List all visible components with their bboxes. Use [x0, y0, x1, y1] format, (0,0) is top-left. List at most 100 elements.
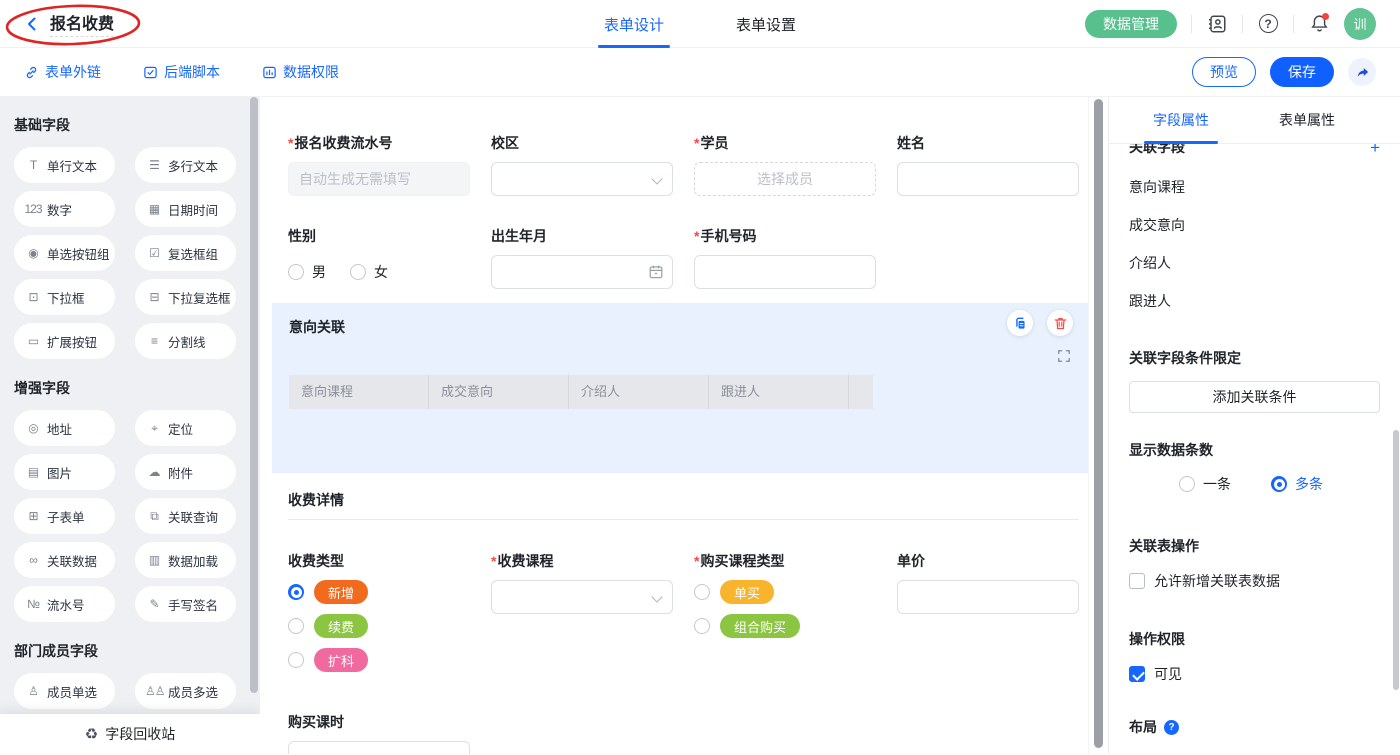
expand-icon[interactable] [1057, 349, 1071, 363]
field-serial[interactable]: 报名收费流水号 [288, 133, 470, 196]
tab-form-properties[interactable]: 表单属性 [1279, 97, 1335, 144]
field-item-signature[interactable]: ✎手写签名 [135, 586, 236, 622]
display-count-option-multi[interactable]: 多条 [1271, 474, 1323, 494]
field-item-data-load[interactable]: ▥数据加载 [135, 542, 236, 578]
gender-option-male[interactable]: 男 [288, 262, 326, 282]
field-item-member-single[interactable]: ♙成员单选 [14, 673, 115, 709]
fee-section-title: 收费详情 [288, 490, 1088, 510]
price-input[interactable] [897, 580, 1079, 614]
back-icon[interactable] [24, 16, 40, 32]
field-label: 单价 [897, 551, 1079, 571]
field-item-extend-button[interactable]: ▭扩展按钮 [14, 323, 115, 359]
allow-add-related-checkbox-row[interactable]: 允许新增关联表数据 [1129, 571, 1380, 591]
field-label: 报名收费流水号 [288, 133, 470, 153]
layout-help-icon[interactable]: ? [1164, 720, 1179, 735]
external-link-item[interactable]: 表单外链 [24, 62, 101, 82]
field-buy-type[interactable]: 购买课程类型 单买 组合购买 [694, 551, 876, 638]
fee-course-select[interactable] [491, 580, 673, 614]
add-condition-button[interactable]: 添加关联条件 [1129, 381, 1380, 413]
linked-query-icon: ⧉ [145, 509, 163, 524]
field-hours[interactable]: 购买课时 [288, 712, 1088, 754]
data-manage-button[interactable]: 数据管理 [1085, 10, 1177, 38]
name-input[interactable] [897, 162, 1079, 196]
field-gender[interactable]: 性别 男 女 [288, 226, 470, 289]
field-label: 性别 [288, 226, 470, 246]
delete-field-button[interactable] [1047, 310, 1073, 336]
address-book-icon[interactable] [1206, 13, 1228, 35]
field-item-linked-query[interactable]: ⧉关联查询 [135, 498, 236, 534]
gender-option-female[interactable]: 女 [350, 262, 388, 282]
notification-bell-icon[interactable] [1308, 13, 1330, 35]
field-item-multi-line-text[interactable]: ☰多行文本 [135, 147, 236, 183]
multi-select-icon: ⊟ [145, 290, 163, 304]
field-item-radio-group[interactable]: ◉单选按钮组 [14, 235, 115, 271]
preview-button[interactable]: 预览 [1192, 57, 1256, 87]
member-picker[interactable]: 选择成员 [694, 162, 876, 196]
sidebar-scrollbar[interactable] [250, 97, 258, 693]
fee-type-option-new[interactable]: 新增 [288, 580, 470, 604]
field-item-single-line-text[interactable]: T单行文本 [14, 147, 115, 183]
trash-icon [1053, 316, 1068, 331]
field-label: 手机号码 [694, 226, 876, 246]
field-item-select[interactable]: ⊡下拉框 [14, 279, 115, 315]
field-fee-type[interactable]: 收费类型 新增 续费 扩科 [288, 551, 470, 672]
save-button[interactable]: 保存 [1270, 57, 1334, 87]
field-item-image[interactable]: ▤图片 [14, 454, 115, 490]
tab-form-design[interactable]: 表单设计 [604, 0, 664, 48]
serial-input[interactable] [288, 162, 470, 196]
phone-input[interactable] [694, 255, 876, 289]
field-label: 出生年月 [491, 226, 673, 246]
field-item-serial-number[interactable]: №流水号 [14, 586, 115, 622]
field-fee-course[interactable]: 收费课程 [491, 551, 673, 614]
fee-type-option-expand[interactable]: 扩科 [288, 648, 470, 672]
field-item-attachment[interactable]: ☁附件 [135, 454, 236, 490]
fee-type-option-renew[interactable]: 续费 [288, 614, 470, 638]
single-line-text-icon: T [24, 158, 42, 172]
tab-form-settings[interactable]: 表单设置 [736, 0, 796, 48]
backend-script-item[interactable]: 后端脚本 [143, 62, 220, 82]
help-icon[interactable]: ? [1257, 13, 1279, 35]
share-button[interactable] [1348, 58, 1376, 86]
field-student[interactable]: 学员 选择成员 [694, 133, 876, 196]
field-item-datetime[interactable]: ▦日期时间 [135, 191, 236, 227]
data-permission-item[interactable]: 数据权限 [262, 62, 339, 82]
campus-select[interactable] [491, 162, 673, 196]
member-multi-icon: ♙♙ [145, 684, 163, 698]
script-icon [143, 65, 158, 80]
buy-type-option-combo[interactable]: 组合购买 [694, 614, 876, 638]
member-single-icon: ♙ [24, 684, 42, 698]
intent-relation-section[interactable]: 意向关联 意向课程 成交意向 介绍人 跟进人 [272, 303, 1088, 473]
birth-month-input[interactable] [491, 255, 673, 289]
field-price[interactable]: 单价 [897, 551, 1079, 614]
field-birth-month[interactable]: 出生年月 [491, 226, 673, 289]
field-phone[interactable]: 手机号码 [694, 226, 876, 289]
field-item-multi-select[interactable]: ⊟下拉复选框 [135, 279, 236, 315]
visible-checkbox-row[interactable]: 可见 [1129, 664, 1380, 684]
field-item-subform[interactable]: ⊞子表单 [14, 498, 115, 534]
buy-type-option-single[interactable]: 单买 [694, 580, 876, 604]
field-item-checkbox-group[interactable]: ☑复选框组 [135, 235, 236, 271]
column-header-spacer [849, 375, 873, 409]
field-item-member-multi[interactable]: ♙♙成员多选 [135, 673, 236, 709]
form-toolbar: 表单外链 后端脚本 数据权限 预览 保存 [0, 48, 1400, 97]
extend-button-icon: ▭ [24, 334, 42, 348]
field-item-divider[interactable]: ≡分割线 [135, 323, 236, 359]
copy-field-button[interactable] [1007, 310, 1033, 336]
field-item-linked-data[interactable]: ∞关联数据 [14, 542, 115, 578]
field-recycle-bin[interactable]: ♻ 字段回收站 [0, 714, 260, 754]
hours-input[interactable] [288, 741, 470, 754]
field-name[interactable]: 姓名 [897, 133, 1079, 196]
tab-field-properties[interactable]: 字段属性 [1153, 97, 1209, 144]
field-item-address[interactable]: ◎地址 [14, 410, 115, 446]
canvas-scrollbar-thumb[interactable] [1094, 99, 1103, 748]
field-item-number[interactable]: 123数字 [14, 191, 115, 227]
serial-number-icon: № [24, 597, 42, 611]
panel-scrollbar-thumb[interactable] [1393, 430, 1399, 690]
avatar[interactable]: 训 [1344, 8, 1376, 40]
radio-group-icon: ◉ [24, 246, 42, 260]
field-campus[interactable]: 校区 [491, 133, 673, 196]
field-label: 收费类型 [288, 551, 470, 571]
display-count-option-single[interactable]: 一条 [1179, 474, 1231, 494]
add-related-field-icon[interactable]: + [1370, 144, 1380, 156]
field-item-location[interactable]: ⌖定位 [135, 410, 236, 446]
